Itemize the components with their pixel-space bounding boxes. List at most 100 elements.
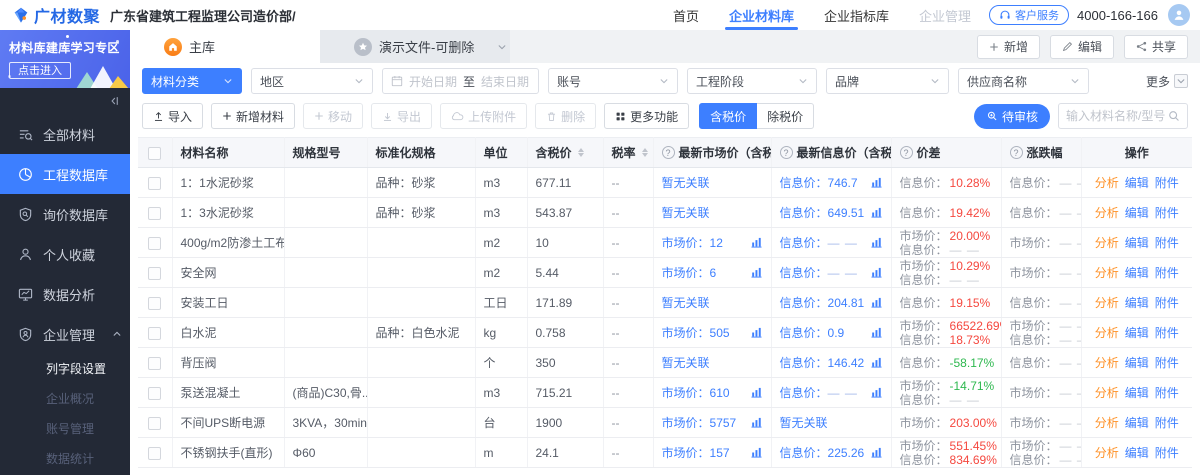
- sidebar-item-personal-favorites[interactable]: 个人收藏: [0, 234, 130, 274]
- sidebar-subitem-enterprise-overview[interactable]: 企业概况: [0, 384, 130, 414]
- action-attachment[interactable]: 附件: [1155, 416, 1179, 430]
- nav-item-home[interactable]: 首页: [673, 0, 699, 30]
- bar-chart-icon[interactable]: [870, 237, 883, 248]
- row-checkbox[interactable]: [148, 327, 161, 340]
- action-edit[interactable]: 编辑: [1125, 296, 1149, 310]
- row-checkbox[interactable]: [148, 357, 161, 370]
- row-checkbox[interactable]: [148, 177, 161, 190]
- row-checkbox[interactable]: [148, 387, 161, 400]
- customer-service-button[interactable]: 客户服务: [989, 5, 1069, 25]
- action-attachment[interactable]: 附件: [1155, 296, 1179, 310]
- action-analyze[interactable]: 分析: [1095, 416, 1119, 430]
- sidebar-item-data-analysis[interactable]: 数据分析: [0, 274, 130, 314]
- action-analyze[interactable]: 分析: [1095, 266, 1119, 280]
- bar-chart-icon[interactable]: [750, 267, 763, 278]
- bar-chart-icon[interactable]: [870, 447, 883, 458]
- action-analyze[interactable]: 分析: [1095, 446, 1119, 460]
- row-checkbox[interactable]: [148, 267, 161, 280]
- filter-project-phase[interactable]: 工程阶段: [687, 68, 817, 94]
- bar-chart-icon[interactable]: [750, 237, 763, 248]
- bar-chart-icon[interactable]: [750, 327, 763, 338]
- action-edit[interactable]: 编辑: [1125, 386, 1149, 400]
- action-analyze[interactable]: 分析: [1095, 326, 1119, 340]
- no-link-text[interactable]: 暂无关联: [662, 356, 710, 370]
- collapse-sidebar-icon[interactable]: [108, 95, 120, 107]
- sidebar-subitem-account-management[interactable]: 账号管理: [0, 414, 130, 444]
- nav-item-enterprise-material-db[interactable]: 企业材料库: [729, 0, 794, 30]
- row-checkbox[interactable]: [148, 297, 161, 310]
- tab-demo-file[interactable]: 演示文件-可删除: [320, 30, 510, 63]
- logo[interactable]: 广材数聚: [12, 3, 100, 27]
- sidebar-item-project-database[interactable]: 工程数据库: [0, 154, 130, 194]
- row-checkbox[interactable]: [148, 417, 161, 430]
- action-edit[interactable]: 编辑: [1125, 206, 1149, 220]
- action-analyze[interactable]: 分析: [1095, 176, 1119, 190]
- promo-banner[interactable]: 材料库建库学习专区 点击进入: [0, 30, 130, 88]
- filter-material-category[interactable]: 材料分类: [142, 68, 242, 94]
- filter-region[interactable]: 地区: [251, 68, 373, 94]
- action-edit[interactable]: 编辑: [1125, 356, 1149, 370]
- toolbar-more-functions-button[interactable]: 更多功能: [604, 103, 689, 129]
- price-link[interactable]: 信息价：— —: [780, 264, 858, 281]
- action-attachment[interactable]: 附件: [1155, 266, 1179, 280]
- action-analyze[interactable]: 分析: [1095, 236, 1119, 250]
- share-button[interactable]: 共享: [1124, 35, 1188, 59]
- bar-chart-icon[interactable]: [750, 417, 763, 428]
- bar-chart-icon[interactable]: [870, 297, 883, 308]
- action-edit[interactable]: 编辑: [1125, 236, 1149, 250]
- action-attachment[interactable]: 附件: [1155, 446, 1179, 460]
- sidebar-subitem-column-field-settings[interactable]: 列字段设置: [0, 354, 130, 384]
- bar-chart-icon[interactable]: [870, 207, 883, 218]
- bar-chart-icon[interactable]: [750, 387, 763, 398]
- price-link[interactable]: 信息价：746.7: [780, 174, 858, 191]
- action-attachment[interactable]: 附件: [1155, 356, 1179, 370]
- bar-chart-icon[interactable]: [750, 447, 763, 458]
- tab-main-library[interactable]: 主库: [130, 30, 320, 63]
- price-link[interactable]: 市场价：505: [662, 324, 730, 341]
- search-input[interactable]: [1066, 109, 1168, 123]
- no-link-text[interactable]: 暂无关联: [662, 206, 710, 220]
- bar-chart-icon[interactable]: [870, 357, 883, 368]
- action-attachment[interactable]: 附件: [1155, 176, 1179, 190]
- sort-icon[interactable]: [578, 148, 584, 157]
- price-link[interactable]: 市场价：610: [662, 384, 730, 401]
- action-edit[interactable]: 编辑: [1125, 446, 1149, 460]
- filter-account[interactable]: 账号: [548, 68, 678, 94]
- avatar[interactable]: [1168, 4, 1190, 26]
- bar-chart-icon[interactable]: [870, 267, 883, 278]
- action-edit[interactable]: 编辑: [1125, 176, 1149, 190]
- filter-date-range[interactable]: 开始日期至结束日期: [382, 68, 539, 94]
- edit-button[interactable]: 编辑: [1050, 35, 1114, 59]
- header-checkbox[interactable]: [148, 147, 161, 160]
- toolbar-import-button[interactable]: 导入: [142, 103, 203, 129]
- price-link[interactable]: 信息价：649.51: [780, 204, 865, 221]
- add-button[interactable]: 新增: [977, 35, 1040, 59]
- price-link[interactable]: 信息价：204.81: [780, 294, 865, 311]
- action-attachment[interactable]: 附件: [1155, 206, 1179, 220]
- no-link-text[interactable]: 暂无关联: [662, 296, 710, 310]
- no-link-text[interactable]: 暂无关联: [662, 176, 710, 190]
- action-attachment[interactable]: 附件: [1155, 326, 1179, 340]
- bar-chart-icon[interactable]: [870, 327, 883, 338]
- price-toggle-without-tax[interactable]: 除税价: [757, 103, 814, 129]
- price-link[interactable]: 信息价：146.42: [780, 354, 865, 371]
- price-link[interactable]: 市场价：12: [662, 234, 723, 251]
- no-link-text[interactable]: 暂无关联: [780, 416, 828, 430]
- action-edit[interactable]: 编辑: [1125, 326, 1149, 340]
- action-analyze[interactable]: 分析: [1095, 206, 1119, 220]
- action-analyze[interactable]: 分析: [1095, 356, 1119, 370]
- banner-enter-button[interactable]: 点击进入: [9, 62, 71, 79]
- row-checkbox[interactable]: [148, 237, 161, 250]
- price-link[interactable]: 市场价：157: [662, 444, 730, 461]
- chevron-down-icon[interactable]: [497, 42, 507, 52]
- bar-chart-icon[interactable]: [870, 387, 883, 398]
- price-link[interactable]: 市场价：5757: [662, 414, 737, 431]
- price-link[interactable]: 信息价：— —: [780, 384, 858, 401]
- row-checkbox[interactable]: [148, 447, 161, 460]
- price-link[interactable]: 信息价：0.9: [780, 324, 845, 341]
- action-analyze[interactable]: 分析: [1095, 296, 1119, 310]
- action-edit[interactable]: 编辑: [1125, 416, 1149, 430]
- sidebar-item-all-materials[interactable]: 全部材料: [0, 114, 130, 154]
- sidebar-subitem-data-statistics[interactable]: 数据统计: [0, 444, 130, 474]
- price-link[interactable]: 市场价：6: [662, 264, 717, 281]
